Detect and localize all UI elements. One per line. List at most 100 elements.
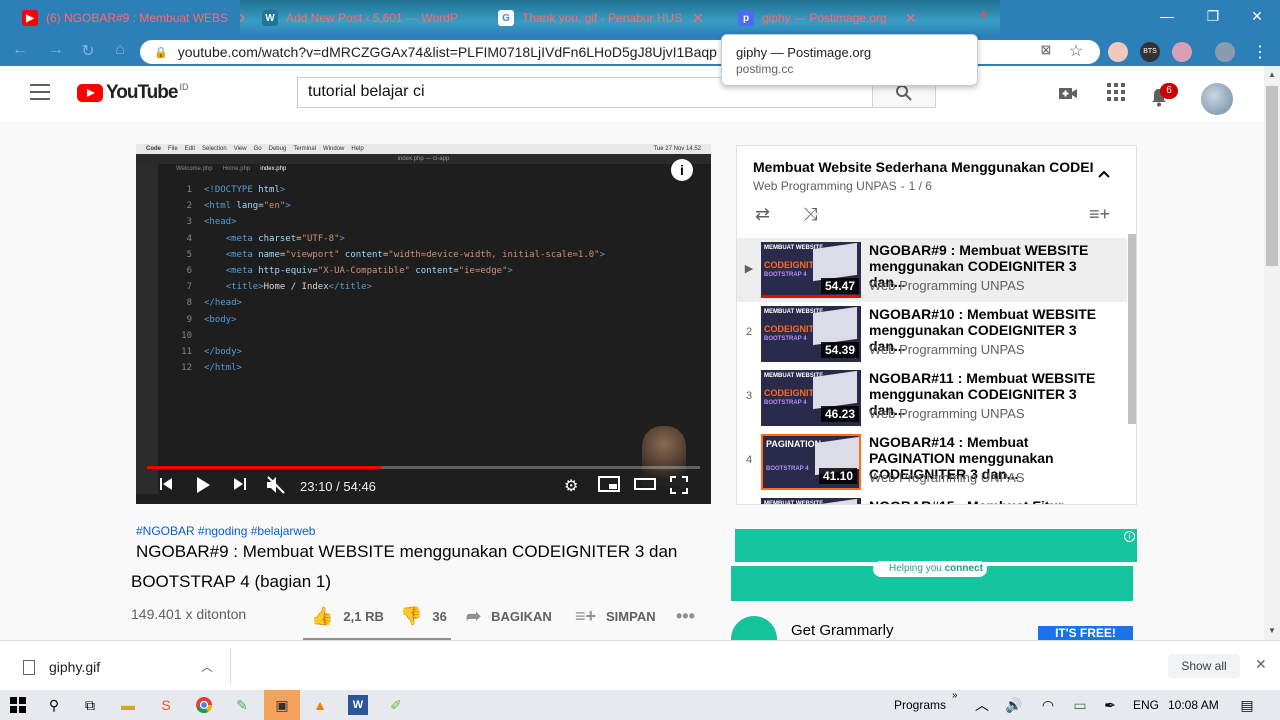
wifi-icon[interactable]: ◠ xyxy=(1038,695,1058,715)
paint-icon[interactable]: ✐ xyxy=(386,695,406,715)
home-icon[interactable]: ⌂ xyxy=(108,41,132,61)
shuffle-icon[interactable]: ⤨ xyxy=(803,204,817,225)
forward-icon[interactable]: → xyxy=(44,41,68,61)
profile-avatar-icon[interactable] xyxy=(1215,42,1235,62)
bts-extension-icon[interactable]: BTS xyxy=(1140,42,1160,62)
pen-icon[interactable]: ✒ xyxy=(1100,695,1120,715)
video-thumbnail[interactable]: PAGINATION BOOTSTRAP 4 41.10 xyxy=(761,434,861,490)
create-video-icon[interactable] xyxy=(1057,82,1079,104)
reload-icon[interactable]: ↻ xyxy=(76,41,100,61)
miniplayer-icon[interactable] xyxy=(598,476,620,497)
bookmark-star-icon[interactable]: ☆ xyxy=(1066,42,1086,62)
taskbar-clock[interactable]: 10:08 AM xyxy=(1168,698,1219,712)
fullscreen-icon[interactable] xyxy=(670,476,688,499)
tab-wordpress[interactable]: W Add New Post ‹ 5,601 — WordP xyxy=(262,6,484,30)
active-app-icon[interactable]: ▣ xyxy=(272,695,292,715)
tab-youtube[interactable]: ▶ (6) NGOBAR#9 : Membuat WEBS ✕ xyxy=(22,6,244,30)
show-hidden-icons-icon[interactable]: ︿ xyxy=(972,695,992,715)
tab-google[interactable]: G Thank you, gif - Penabur HUS ✕ xyxy=(498,6,720,30)
video-hashtags[interactable]: #NGOBAR #ngoding #belajarweb xyxy=(136,524,315,538)
download-options-chevron-icon[interactable]: ︿ xyxy=(201,658,213,675)
chrome-icon[interactable] xyxy=(194,695,214,715)
save-playlist-icon[interactable]: ≡+ xyxy=(1089,204,1110,225)
extension-avatar-icon[interactable] xyxy=(1108,42,1128,62)
tab-close-icon[interactable]: ✕ xyxy=(905,10,917,27)
video-thumbnail[interactable]: MEMBUAT WEBSITE CODEIGNITER BOOTSTRAP 4 46.… xyxy=(761,370,861,426)
toolbar-expand-icon[interactable]: » xyxy=(952,690,958,701)
sublime-text-icon[interactable]: S xyxy=(156,695,176,715)
tab-postimage[interactable]: p giphy — Postimage.org ✕ xyxy=(738,6,958,30)
playlist-video-channel: Web Programming UNPAS xyxy=(869,470,1025,485)
collapse-chevron-icon[interactable] xyxy=(1097,166,1111,182)
playlist-channel[interactable]: Web Programming UNPAS xyxy=(753,179,897,193)
thumbnail-sub: BOOTSTRAP 4 xyxy=(766,466,809,472)
notepad-plus-icon[interactable]: ✎ xyxy=(232,695,252,715)
tab-close-icon[interactable]: ✕ xyxy=(238,10,244,27)
action-center-icon[interactable]: ▤ xyxy=(1237,695,1257,715)
playlist-title[interactable]: Membuat Website Sederhana Menggunakan CO… xyxy=(753,159,1093,175)
apps-grid-icon[interactable] xyxy=(1105,82,1127,104)
new-tab-button[interactable]: + xyxy=(978,5,990,28)
video-thumbnail[interactable]: MEMBUAT WEBSITE CODEIGNITER BOOTSTRAP 4 54.… xyxy=(761,306,861,362)
youtube-logo[interactable]: YouTube ID xyxy=(77,82,188,104)
video-thumbnail[interactable]: MEMBUAT WEBSITESEARCHING & PAGINATIONBOO… xyxy=(761,498,861,504)
playlist-item[interactable]: ▶ MEMBUAT WEBSITE CODEIGNITER BOOTSTRAP 4 54… xyxy=(737,238,1127,302)
file-explorer-icon[interactable]: ▬ xyxy=(118,695,138,715)
theater-mode-icon[interactable] xyxy=(634,476,656,497)
more-actions-button[interactable]: ••• xyxy=(676,606,705,627)
windows-start-icon[interactable] xyxy=(8,695,28,715)
scroll-up-icon[interactable]: ▲ xyxy=(1268,70,1276,79)
mute-icon[interactable] xyxy=(266,476,286,499)
account-avatar[interactable] xyxy=(1201,83,1233,115)
tab-close-icon[interactable]: ✕ xyxy=(692,10,704,27)
scroll-down-icon[interactable]: ▼ xyxy=(1268,626,1276,635)
menu-dots-icon[interactable]: ⋮ xyxy=(1250,42,1270,62)
dislike-button[interactable]: 👎 36 xyxy=(400,606,447,627)
ad-title[interactable]: Get Grammarly xyxy=(791,622,894,639)
next-icon[interactable] xyxy=(232,476,248,497)
code-line: 8 </head> xyxy=(186,298,242,309)
code-line: 1 <!DOCTYPE html> xyxy=(186,185,286,195)
mac-menu-item: File xyxy=(168,146,178,152)
minimize-button[interactable]: — xyxy=(1144,0,1190,32)
programs-toolbar-label[interactable]: Programs xyxy=(894,698,946,712)
playlist-item[interactable]: 4 PAGINATION BOOTSTRAP 4 41.10 NGOBAR#14 : M… xyxy=(737,430,1127,494)
playlist-item[interactable]: 3 MEMBUAT WEBSITE CODEIGNITER BOOTSTRAP 4 46… xyxy=(737,366,1127,430)
word-icon[interactable]: W xyxy=(348,695,368,715)
maximize-button[interactable]: ❐ xyxy=(1190,0,1236,32)
video-thumbnail[interactable]: MEMBUAT WEBSITE CODEIGNITER BOOTSTRAP 4 54.… xyxy=(761,242,861,298)
video-player[interactable]: Code File Edit Selection View Go Debug Terminal… xyxy=(136,144,711,504)
download-bar-close-icon[interactable]: ✕ xyxy=(1255,656,1267,673)
video-progress-bar[interactable] xyxy=(147,466,700,469)
download-item[interactable]: giphy.gif xyxy=(23,659,100,675)
more-dots-icon: ••• xyxy=(676,606,695,626)
ad-cta-button[interactable]: IT'S FREE! xyxy=(1038,626,1133,640)
vlc-icon[interactable]: ▲ xyxy=(310,695,330,715)
share-button[interactable]: ➦ BAGIKAN xyxy=(466,606,552,627)
hamburger-menu-icon[interactable] xyxy=(30,84,50,100)
ad-info-icon[interactable]: i xyxy=(1124,531,1135,542)
settings-gear-icon[interactable]: ⚙ xyxy=(564,476,578,496)
info-icon[interactable]: i xyxy=(671,159,693,181)
search-icon[interactable]: ⚲ xyxy=(44,695,64,715)
translate-icon[interactable]: ⊠ xyxy=(1036,42,1056,62)
loop-icon[interactable]: ⇄ xyxy=(755,204,770,225)
volume-icon[interactable]: 🔊 xyxy=(1004,695,1024,715)
play-icon[interactable] xyxy=(194,476,212,499)
battery-icon[interactable]: ▭ xyxy=(1070,695,1090,715)
input-language[interactable]: ENG xyxy=(1133,698,1159,712)
page-scrollbar[interactable]: ▲ ▼ xyxy=(1264,66,1280,640)
ad-banner-top[interactable] xyxy=(735,529,1137,562)
like-button[interactable]: 👍 2,1 RB xyxy=(311,606,384,627)
previous-icon[interactable] xyxy=(158,476,174,497)
extension-flower-icon[interactable] xyxy=(1172,42,1192,62)
save-button[interactable]: ≡+ SIMPAN xyxy=(575,606,656,627)
close-window-button[interactable]: ✕ xyxy=(1234,0,1280,32)
back-icon[interactable]: ← xyxy=(8,41,32,61)
show-all-button[interactable]: Show all xyxy=(1168,654,1240,678)
scrollbar-thumb[interactable] xyxy=(1266,86,1278,266)
task-view-icon[interactable]: ⧉ xyxy=(80,695,100,715)
playlist-item[interactable]: MEMBUAT WEBSITESEARCHING & PAGINATIONBOO… xyxy=(737,494,1127,504)
playlist-item[interactable]: 2 MEMBUAT WEBSITE CODEIGNITER BOOTSTRAP 4 54… xyxy=(737,302,1127,366)
playlist-scrollbar[interactable] xyxy=(1128,234,1136,424)
